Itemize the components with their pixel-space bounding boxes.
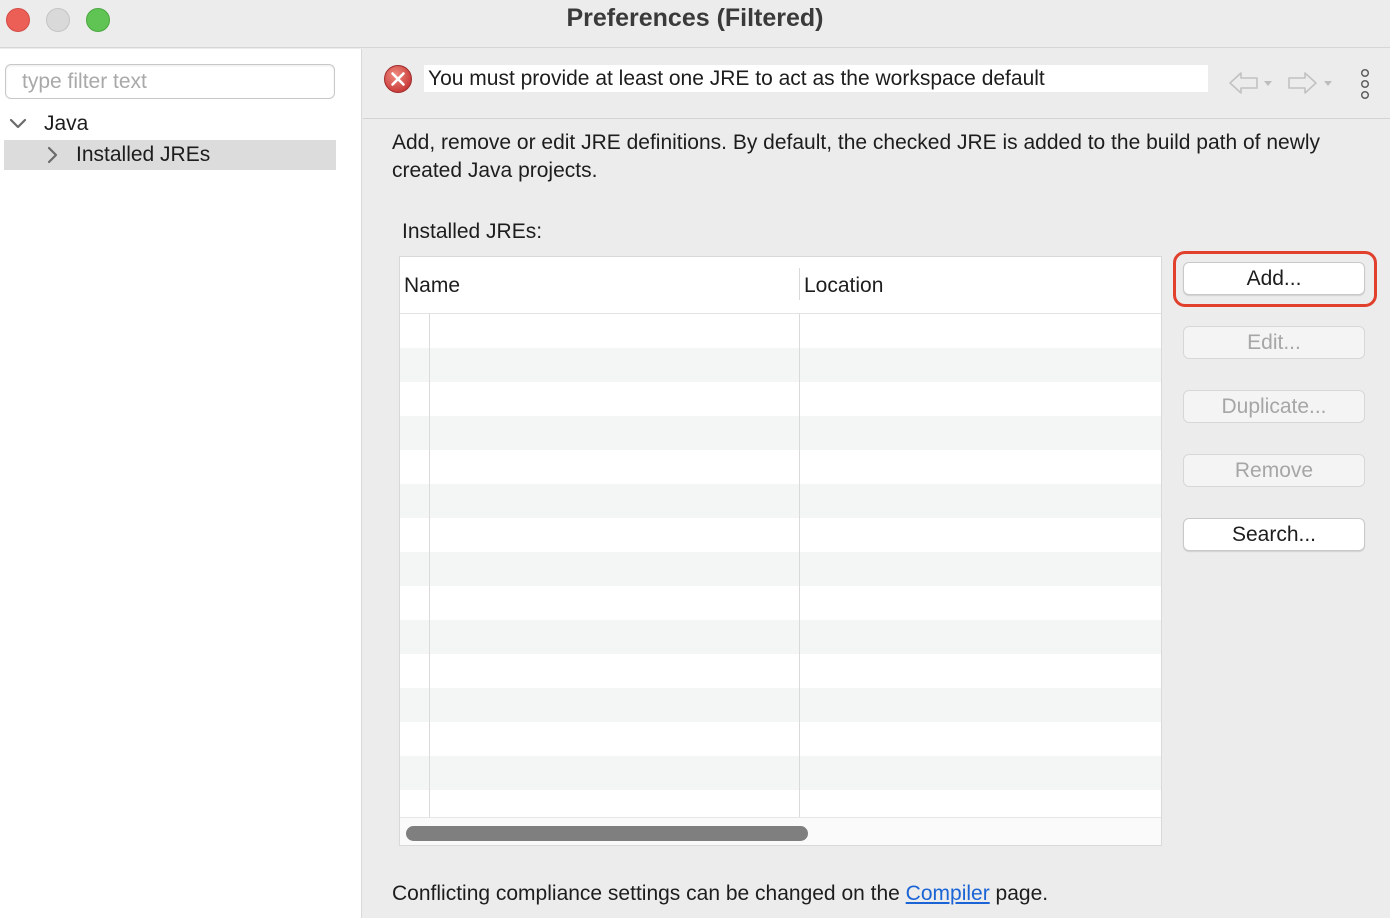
table-caption: Installed JREs: (402, 220, 543, 243)
table-row (400, 450, 1161, 484)
table-row (400, 552, 1161, 586)
table-row (400, 348, 1161, 382)
filter-input[interactable] (5, 64, 335, 99)
search-button[interactable]: Search... (1183, 518, 1365, 551)
remove-button[interactable]: Remove (1183, 454, 1365, 487)
horizontal-scrollbar[interactable] (400, 817, 1161, 845)
back-arrow-icon[interactable] (1227, 69, 1273, 99)
table-row (400, 654, 1161, 688)
tree-item-java[interactable]: Java (4, 109, 336, 139)
preference-page: You must provide at least one JRE to act… (363, 49, 1390, 918)
compliance-note-prefix: Conflicting compliance settings can be c… (392, 882, 906, 905)
table-row (400, 484, 1161, 518)
installed-jres-table[interactable]: Name Location (399, 256, 1162, 846)
page-description: Add, remove or edit JRE definitions. By … (392, 131, 1321, 182)
table-row (400, 620, 1161, 654)
compliance-note: Conflicting compliance settings can be c… (392, 880, 1048, 908)
duplicate-button[interactable]: Duplicate... (1183, 390, 1365, 423)
column-divider (799, 268, 800, 300)
checkbox-column-divider (429, 314, 430, 817)
table-row (400, 722, 1161, 756)
table-row (400, 756, 1161, 790)
chevron-right-icon[interactable] (42, 140, 62, 170)
table-row (400, 314, 1161, 348)
error-message: You must provide at least one JRE to act… (424, 65, 1208, 92)
more-options-icon[interactable] (1355, 68, 1375, 100)
tree-item-label: Java (44, 112, 89, 135)
compiler-link[interactable]: Compiler (906, 882, 990, 905)
add-button[interactable]: Add... (1183, 262, 1365, 295)
column-divider (799, 314, 800, 817)
table-row (400, 416, 1161, 450)
window-title: Preferences (Filtered) (566, 4, 824, 32)
table-row (400, 382, 1161, 416)
compliance-note-suffix: page. (989, 882, 1049, 905)
table-header: Name Location (400, 257, 1161, 314)
table-row (400, 586, 1161, 620)
error-icon (384, 65, 412, 93)
column-header-location[interactable]: Location (804, 272, 883, 300)
tree-item-installed-jres[interactable]: Installed JREs (4, 140, 336, 170)
table-row (400, 518, 1161, 552)
preferences-navigation: Java Installed JREs (0, 49, 362, 918)
title-bar: Preferences (Filtered) (0, 0, 1390, 48)
edit-button[interactable]: Edit... (1183, 326, 1365, 359)
tree-item-label: Installed JREs (76, 143, 211, 166)
table-row (400, 688, 1161, 722)
forward-arrow-icon[interactable] (1287, 69, 1333, 99)
message-area: You must provide at least one JRE to act… (363, 49, 1390, 119)
column-header-name[interactable]: Name (404, 272, 460, 300)
table-body[interactable] (400, 314, 1161, 817)
chevron-down-icon[interactable] (8, 109, 28, 139)
scrollbar-thumb[interactable] (406, 826, 808, 841)
